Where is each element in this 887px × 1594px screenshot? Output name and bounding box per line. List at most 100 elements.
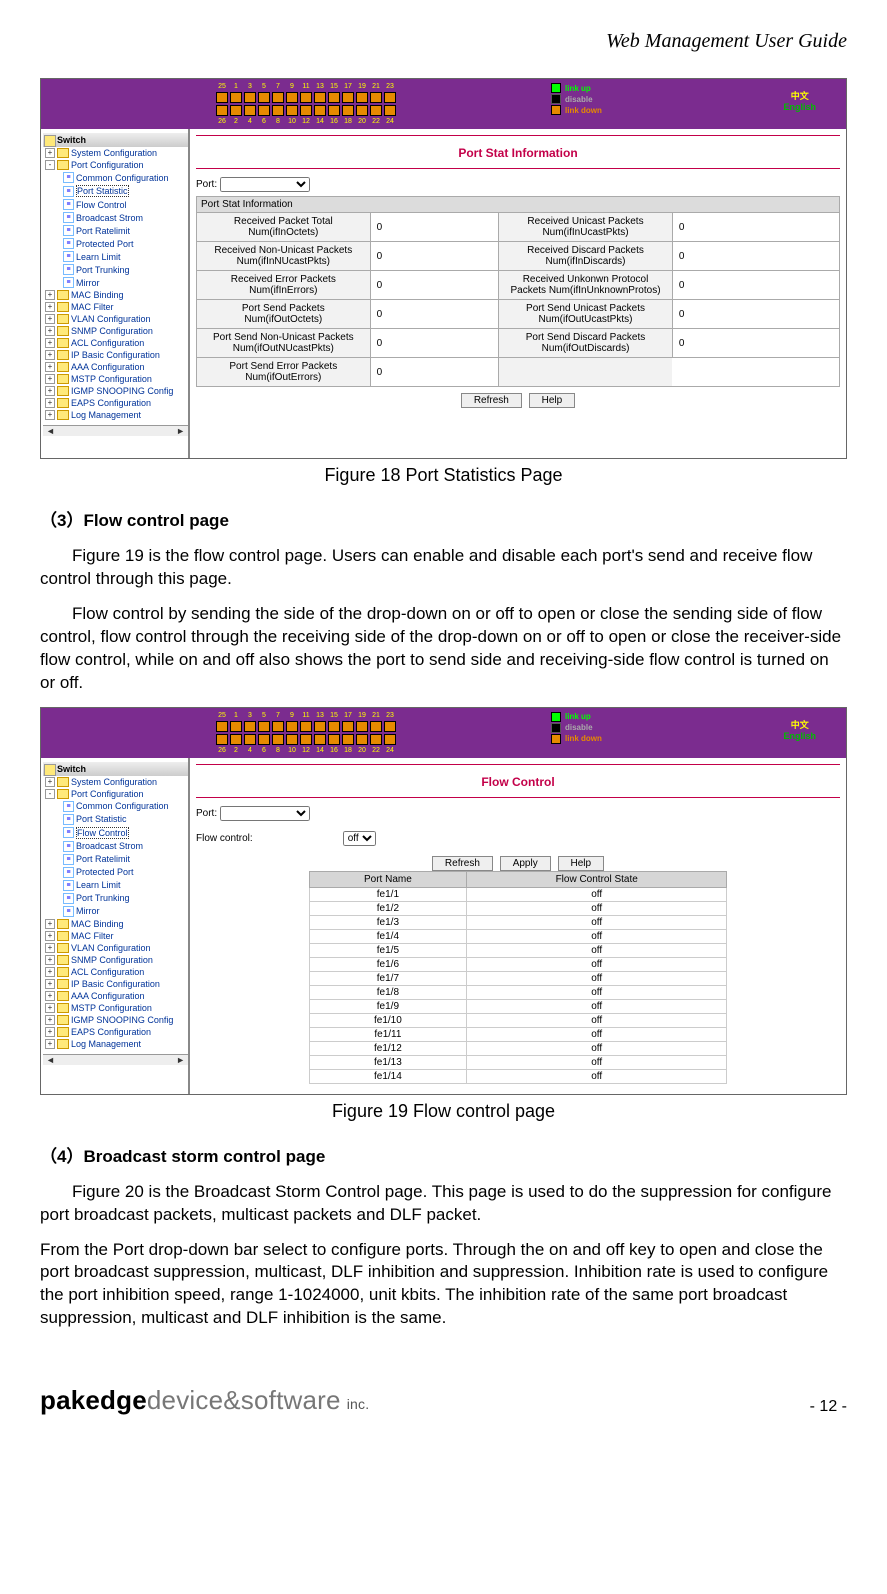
- sidebar-item[interactable]: ≡Learn Limit: [61, 879, 188, 892]
- refresh-button[interactable]: Refresh: [432, 856, 493, 871]
- sidebar-item[interactable]: ≡Port Statistic: [61, 184, 188, 198]
- lang-english[interactable]: English: [783, 731, 816, 741]
- table-row: fe1/9off: [309, 999, 727, 1013]
- sidebar-item[interactable]: ≡Protected Port: [61, 866, 188, 879]
- sidebar-item[interactable]: +MAC Binding: [43, 289, 188, 301]
- sidebar-item[interactable]: +System Configuration: [43, 147, 188, 159]
- port-select[interactable]: [220, 806, 310, 821]
- sidebar-item[interactable]: ≡Learn Limit: [61, 250, 188, 263]
- expand-icon[interactable]: +: [45, 338, 55, 348]
- port-led: [356, 721, 368, 732]
- sidebar-item[interactable]: ≡Protected Port: [61, 237, 188, 250]
- sidebar-item[interactable]: +MSTP Configuration: [43, 373, 188, 385]
- expand-icon[interactable]: +: [45, 943, 55, 953]
- sidebar-item[interactable]: +VLAN Configuration: [43, 313, 188, 325]
- flow-control-select[interactable]: off: [343, 831, 376, 846]
- lang-english[interactable]: English: [783, 102, 816, 112]
- expand-icon[interactable]: +: [45, 410, 55, 420]
- lang-chinese[interactable]: 中文: [783, 89, 816, 102]
- expand-icon[interactable]: +: [45, 386, 55, 396]
- expand-icon[interactable]: +: [45, 991, 55, 1001]
- expand-icon[interactable]: +: [45, 919, 55, 929]
- port-select[interactable]: [220, 177, 310, 192]
- sidebar-item[interactable]: -Port Configuration: [43, 788, 188, 800]
- port-number: 16: [328, 747, 340, 754]
- language-switch[interactable]: 中文 English: [783, 718, 816, 741]
- sidebar-item[interactable]: +MAC Binding: [43, 918, 188, 930]
- expand-icon[interactable]: +: [45, 302, 55, 312]
- sidebar-item[interactable]: +System Configuration: [43, 776, 188, 788]
- sidebar-item[interactable]: +MAC Filter: [43, 930, 188, 942]
- folder-icon: [57, 1003, 69, 1013]
- sidebar-item[interactable]: ≡Port Ratelimit: [61, 224, 188, 237]
- expand-icon[interactable]: -: [45, 160, 55, 170]
- sidebar-item[interactable]: +EAPS Configuration: [43, 397, 188, 409]
- sidebar-item[interactable]: +EAPS Configuration: [43, 1026, 188, 1038]
- sidebar-item[interactable]: +IGMP SNOOPING Config: [43, 1014, 188, 1026]
- sidebar-item[interactable]: ≡Flow Control: [61, 198, 188, 211]
- expand-icon[interactable]: +: [45, 931, 55, 941]
- lang-chinese[interactable]: 中文: [783, 718, 816, 731]
- sidebar-item-label: Port Ratelimit: [76, 854, 130, 864]
- sidebar-item[interactable]: +Log Management: [43, 409, 188, 421]
- sidebar-item[interactable]: +AAA Configuration: [43, 990, 188, 1002]
- expand-icon[interactable]: +: [45, 290, 55, 300]
- port-number: 19: [356, 712, 368, 719]
- scroll-left-icon[interactable]: ◄: [43, 426, 58, 436]
- expand-icon[interactable]: +: [45, 955, 55, 965]
- sidebar-item[interactable]: +VLAN Configuration: [43, 942, 188, 954]
- expand-icon[interactable]: +: [45, 1039, 55, 1049]
- sidebar-item[interactable]: ≡Broadcast Strom: [61, 211, 188, 224]
- expand-icon[interactable]: -: [45, 789, 55, 799]
- sidebar-item[interactable]: ≡Port Trunking: [61, 892, 188, 905]
- sidebar-item[interactable]: ≡Common Configuration: [61, 800, 188, 813]
- port-number: 5: [258, 712, 270, 719]
- refresh-button[interactable]: Refresh: [461, 393, 522, 408]
- folder-icon: [57, 777, 69, 787]
- sidebar-item[interactable]: +MAC Filter: [43, 301, 188, 313]
- sidebar-item[interactable]: ≡Port Ratelimit: [61, 853, 188, 866]
- help-button[interactable]: Help: [529, 393, 576, 408]
- sidebar-item[interactable]: ≡Port Trunking: [61, 263, 188, 276]
- expand-icon[interactable]: +: [45, 314, 55, 324]
- expand-icon[interactable]: +: [45, 1003, 55, 1013]
- sidebar-item[interactable]: +Log Management: [43, 1038, 188, 1050]
- sidebar-item[interactable]: +SNMP Configuration: [43, 325, 188, 337]
- scroll-left-icon[interactable]: ◄: [43, 1055, 58, 1065]
- help-button[interactable]: Help: [558, 856, 605, 871]
- sidebar-item[interactable]: +IGMP SNOOPING Config: [43, 385, 188, 397]
- sidebar-item[interactable]: ≡Mirror: [61, 276, 188, 289]
- sidebar-item[interactable]: +IP Basic Configuration: [43, 978, 188, 990]
- sidebar-item-label: SNMP Configuration: [71, 955, 153, 965]
- expand-icon[interactable]: +: [45, 967, 55, 977]
- expand-icon[interactable]: +: [45, 362, 55, 372]
- expand-icon[interactable]: +: [45, 350, 55, 360]
- sidebar-item[interactable]: +AAA Configuration: [43, 361, 188, 373]
- sidebar-item[interactable]: ≡Broadcast Strom: [61, 840, 188, 853]
- sidebar-item[interactable]: +ACL Configuration: [43, 337, 188, 349]
- expand-icon[interactable]: +: [45, 148, 55, 158]
- sidebar-item[interactable]: ≡Common Configuration: [61, 171, 188, 184]
- expand-icon[interactable]: +: [45, 777, 55, 787]
- scroll-right-icon[interactable]: ►: [173, 1055, 188, 1065]
- port-led: [244, 721, 256, 732]
- sidebar-item[interactable]: +IP Basic Configuration: [43, 349, 188, 361]
- sidebar-item[interactable]: ≡Flow Control: [61, 826, 188, 840]
- expand-icon[interactable]: +: [45, 374, 55, 384]
- expand-icon[interactable]: +: [45, 979, 55, 989]
- legend-linkup: link up: [565, 712, 591, 721]
- sidebar-item[interactable]: ≡Port Statistic: [61, 813, 188, 826]
- sidebar-item[interactable]: -Port Configuration: [43, 159, 188, 171]
- figure-19-screenshot: 251357911131517192123 262468101214161820…: [40, 707, 847, 1095]
- sidebar-item[interactable]: +MSTP Configuration: [43, 1002, 188, 1014]
- language-switch[interactable]: 中文 English: [783, 89, 816, 112]
- sidebar-item[interactable]: +ACL Configuration: [43, 966, 188, 978]
- expand-icon[interactable]: +: [45, 1027, 55, 1037]
- expand-icon[interactable]: +: [45, 398, 55, 408]
- sidebar-item[interactable]: + SNMP Configuration: [43, 954, 188, 966]
- scroll-right-icon[interactable]: ►: [173, 426, 188, 436]
- expand-icon[interactable]: +: [45, 1015, 55, 1025]
- apply-button[interactable]: Apply: [500, 856, 551, 871]
- sidebar-item[interactable]: ≡Mirror: [61, 905, 188, 918]
- expand-icon[interactable]: +: [45, 326, 55, 336]
